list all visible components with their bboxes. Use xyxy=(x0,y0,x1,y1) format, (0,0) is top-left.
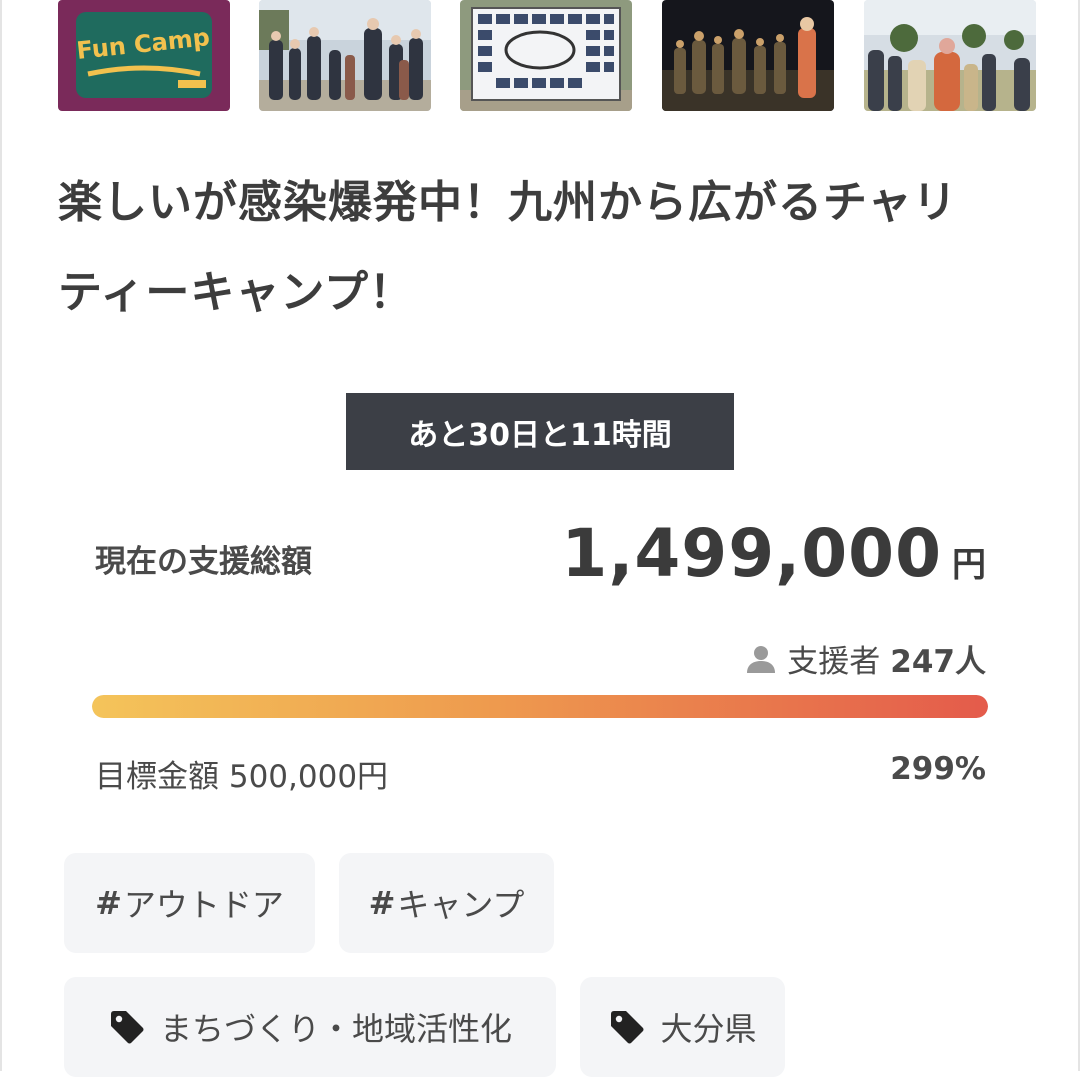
tag-icon xyxy=(110,1011,144,1044)
gallery-thumb-2[interactable] xyxy=(259,0,431,111)
hashtag-outdoor[interactable]: # アウトドア xyxy=(64,853,315,953)
fun-camp-logo-image: Fun Camp xyxy=(58,0,230,111)
funding-progress-bar xyxy=(92,695,988,718)
category-label: まちづくり・地域活性化 xyxy=(159,1010,512,1048)
supporters-label: 支援者 xyxy=(787,644,881,680)
total-support-label: 現在の支援総額 xyxy=(95,544,312,580)
gallery-thumb-1[interactable]: Fun Camp xyxy=(58,0,230,111)
sponsor-banner-photo xyxy=(460,0,632,111)
total-support-amount: 1,499,000 円 xyxy=(561,515,986,592)
gallery-thumb-3[interactable] xyxy=(460,0,632,111)
gallery-thumb-5[interactable] xyxy=(864,0,1036,111)
image-gallery: Fun Camp xyxy=(58,0,1038,111)
project-title: 楽しいが感染爆発中！九州から広がるチャリティーキャンプ！ xyxy=(58,177,958,318)
total-amount-value: 1,499,000 xyxy=(561,515,942,592)
achievement-percent: 299% xyxy=(890,751,986,787)
hashtag-label: キャンプ xyxy=(397,886,525,924)
participants-group-photo xyxy=(259,0,431,111)
page-edge-left xyxy=(0,0,2,1071)
gallery-thumb-4[interactable] xyxy=(662,0,834,111)
hash-symbol: # xyxy=(368,884,396,922)
category-label: 大分県 xyxy=(660,1010,757,1048)
night-event-photo xyxy=(662,0,834,111)
supporters-count: 支援者 247人 xyxy=(745,636,986,681)
currency-unit: 円 xyxy=(952,545,986,585)
category-tag-community[interactable]: まちづくり・地域活性化 xyxy=(64,977,556,1077)
category-tag-oita[interactable]: 大分県 xyxy=(580,977,785,1077)
hashtag-camp[interactable]: # キャンプ xyxy=(339,853,554,953)
tag-icon xyxy=(611,1011,644,1044)
funding-progress-fill xyxy=(92,695,988,718)
countdown-badge: あと30日と11時間 xyxy=(346,393,734,470)
hash-symbol: # xyxy=(95,884,122,922)
person-icon xyxy=(747,645,776,673)
hashtag-label: アウトドア xyxy=(123,886,284,924)
outdoor-crowd-photo xyxy=(864,0,1036,111)
supporters-value: 247人 xyxy=(890,644,986,680)
goal-amount: 目標金額 500,000円 xyxy=(95,759,389,795)
